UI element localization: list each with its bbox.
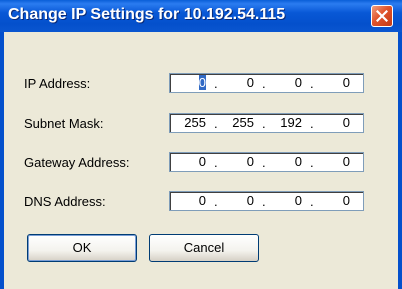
octet-separator: . xyxy=(214,155,218,170)
ip-address-octet-4[interactable]: 0 xyxy=(316,75,350,91)
cancel-button[interactable]: Cancel xyxy=(149,234,259,262)
octet-separator: . xyxy=(310,194,314,209)
subnet-mask-octet-1[interactable]: 255 xyxy=(172,115,206,131)
gateway-address-octet-2[interactable]: 0 xyxy=(220,154,254,170)
subnet-mask-octet-2[interactable]: 255 xyxy=(220,115,254,131)
dns-address-octet-3[interactable]: 0 xyxy=(268,193,302,209)
gateway-address-octet-4[interactable]: 0 xyxy=(316,154,350,170)
dns-address-octet-1[interactable]: 0 xyxy=(172,193,206,209)
octet-separator: . xyxy=(262,116,266,131)
subnet-mask-octet-3[interactable]: 192 xyxy=(268,115,302,131)
dns-address-field[interactable]: 0 . 0 . 0 . 0 xyxy=(169,191,364,211)
ip-address-field[interactable]: 0 . 0 . 0 . 0 xyxy=(169,73,364,93)
ip-address-octet-2[interactable]: 0 xyxy=(220,75,254,91)
gateway-address-octet-3[interactable]: 0 xyxy=(268,154,302,170)
subnet-mask-octet-4[interactable]: 0 xyxy=(316,115,350,131)
octet-separator: . xyxy=(262,76,266,91)
subnet-mask-field[interactable]: 255 . 255 . 192 . 0 xyxy=(169,113,364,133)
octet-separator: . xyxy=(214,76,218,91)
window-frame-right xyxy=(398,32,402,289)
octet-separator: . xyxy=(310,116,314,131)
dns-address-octet-2[interactable]: 0 xyxy=(220,193,254,209)
gateway-address-octet-1[interactable]: 0 xyxy=(172,154,206,170)
window-frame-left xyxy=(0,32,4,289)
octet-separator: . xyxy=(262,155,266,170)
subnet-mask-label: Subnet Mask: xyxy=(24,116,104,131)
octet-separator: . xyxy=(310,76,314,91)
gateway-address-label: Gateway Address: xyxy=(24,155,130,170)
octet-separator: . xyxy=(262,194,266,209)
title-bar[interactable]: Change IP Settings for 10.192.54.115 xyxy=(0,0,402,32)
octet-separator: . xyxy=(214,194,218,209)
octet-separator: . xyxy=(310,155,314,170)
close-icon xyxy=(376,10,388,22)
octet-separator: . xyxy=(214,116,218,131)
window-title: Change IP Settings for 10.192.54.115 xyxy=(8,6,286,23)
dns-address-octet-4[interactable]: 0 xyxy=(316,193,350,209)
gateway-address-field[interactable]: 0 . 0 . 0 . 0 xyxy=(169,152,364,172)
ip-address-octet-1[interactable]: 0 xyxy=(172,75,206,91)
dns-address-label: DNS Address: xyxy=(24,194,106,209)
close-button[interactable] xyxy=(371,5,393,27)
ip-address-octet-3[interactable]: 0 xyxy=(268,75,302,91)
ip-address-label: IP Address: xyxy=(24,76,91,91)
ok-button[interactable]: OK xyxy=(27,234,137,262)
